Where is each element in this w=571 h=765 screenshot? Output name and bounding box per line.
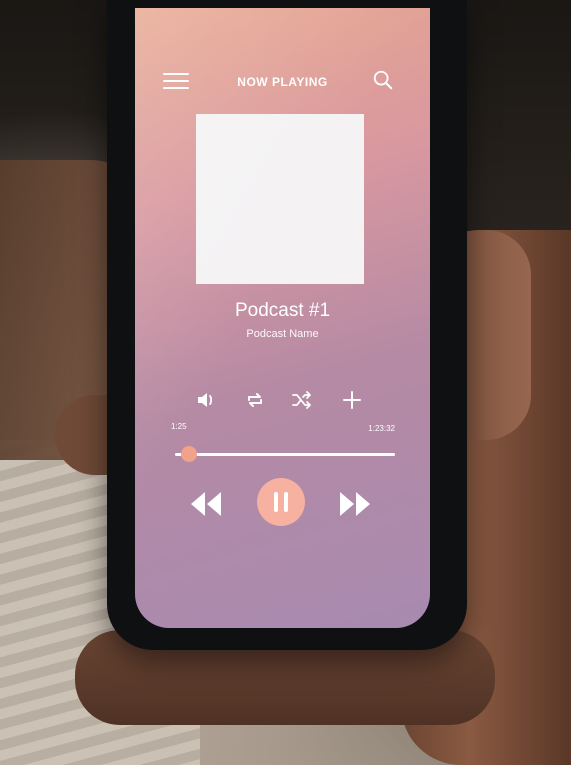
progress-slider[interactable]	[175, 444, 395, 466]
page-title: NOW PLAYING	[237, 75, 328, 89]
search-icon[interactable]	[372, 69, 394, 91]
pause-icon	[284, 492, 288, 512]
elapsed-time: 1:25	[171, 422, 187, 431]
top-bar: NOW PLAYING	[135, 63, 430, 103]
progress-track	[175, 453, 395, 456]
repeat-icon[interactable]	[243, 388, 267, 412]
phone-screen: NOW PLAYING Podcast #1 Podcast Name 1:25…	[135, 8, 430, 628]
menu-icon[interactable]	[163, 71, 191, 91]
shuffle-icon[interactable]	[290, 388, 314, 412]
fast-forward-icon[interactable]	[338, 490, 372, 518]
pause-button[interactable]	[257, 478, 305, 526]
playback-controls	[135, 478, 430, 538]
volume-icon[interactable]	[195, 388, 219, 412]
secondary-controls	[135, 388, 430, 414]
total-duration: 1:23:32	[368, 424, 395, 433]
pause-icon	[274, 492, 278, 512]
track-subtitle: Podcast Name	[246, 328, 319, 340]
track-title: Podcast #1	[234, 300, 331, 321]
plus-icon[interactable]	[340, 388, 364, 412]
rewind-icon[interactable]	[189, 490, 223, 518]
album-artwork	[196, 114, 364, 284]
progress-handle[interactable]	[181, 446, 197, 462]
